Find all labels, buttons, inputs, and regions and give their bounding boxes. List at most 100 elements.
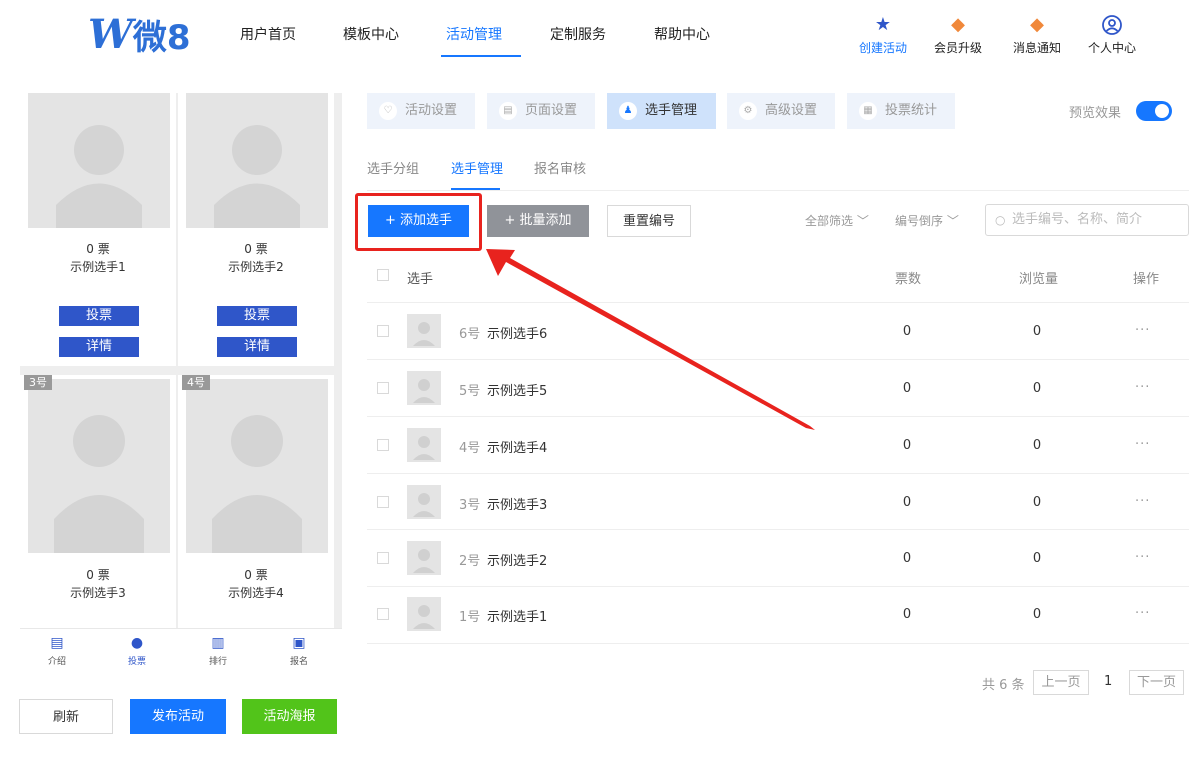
row-checkbox[interactable]: [377, 496, 389, 508]
more-actions-button[interactable]: ···: [1135, 437, 1150, 452]
activity-poster-button[interactable]: 活动海报: [242, 699, 337, 734]
contestant-name: 示例选手1: [70, 260, 126, 274]
table-row[interactable]: 5号 示例选手5 0 0 ···: [367, 359, 1189, 416]
more-actions-button[interactable]: ···: [1135, 494, 1150, 509]
contestant-name: 示例选手1: [487, 610, 548, 625]
header-player: 选手: [407, 272, 434, 287]
member-upgrade-button[interactable]: ◆ 会员升级: [928, 14, 988, 56]
row-checkbox[interactable]: [377, 608, 389, 620]
contestant-votes: 0 票: [244, 568, 268, 582]
preview-tab-label: 报名: [289, 657, 308, 667]
contestant-votes: 0: [902, 551, 912, 566]
page-icon: ▤: [499, 102, 517, 120]
preview-tab-ranking[interactable]: ▥ 排行: [188, 635, 248, 667]
contestant-views: 0: [1032, 607, 1042, 622]
current-page[interactable]: 1: [1104, 674, 1112, 689]
detail-button[interactable]: 详情: [217, 337, 297, 357]
nav-item-activity[interactable]: 活动管理: [446, 24, 502, 44]
personal-center-label: 个人中心: [1087, 41, 1136, 55]
logo-text: 微8: [132, 17, 191, 58]
header-views: 浏览量: [1019, 272, 1059, 287]
preview-tab-signup[interactable]: ▣ 报名: [269, 635, 329, 667]
contestant-views: 0: [1032, 381, 1042, 396]
subtab-divider: [367, 190, 1189, 191]
mobile-preview[interactable]: 0 票 示例选手1 投票 详情 0 票 示例选手2 投票 详情 3号 0 票 示…: [20, 93, 342, 638]
sort-order-dropdown[interactable]: 编号倒序 ﹀: [895, 212, 959, 229]
reset-numbers-button[interactable]: 重置编号: [607, 205, 691, 237]
table-row[interactable]: 1号 示例选手1 0 0 ···: [367, 586, 1189, 643]
preview-tab-label: 投票: [127, 657, 146, 667]
nav-item-custom[interactable]: 定制服务: [550, 24, 606, 44]
table-bottom-border: [367, 643, 1189, 644]
contestant-card[interactable]: 0 票 示例选手2 投票 详情: [178, 93, 334, 366]
more-actions-button[interactable]: ···: [1135, 606, 1150, 621]
user-icon: [1101, 14, 1123, 36]
search-placeholder: 选手编号、名称、简介: [1012, 212, 1143, 227]
member-upgrade-label: 会员升级: [933, 41, 982, 55]
contestant-card[interactable]: 0 票 示例选手1 投票 详情: [20, 93, 176, 366]
row-checkbox[interactable]: [377, 552, 389, 564]
nav-item-help[interactable]: 帮助中心: [654, 24, 710, 44]
batch-add-button[interactable]: + 批量添加: [487, 205, 589, 237]
notification-label: 消息通知: [1012, 41, 1061, 55]
preview-toggle[interactable]: [1136, 101, 1172, 121]
subtab-contestants[interactable]: 选手管理: [451, 158, 503, 177]
more-actions-button[interactable]: ···: [1135, 323, 1150, 338]
select-all-checkbox[interactable]: [377, 269, 389, 281]
table-row[interactable]: 2号 示例选手2 0 0 ···: [367, 529, 1189, 586]
filter-all-dropdown[interactable]: 全部筛选 ﹀: [805, 212, 869, 229]
row-checkbox[interactable]: [377, 382, 389, 394]
create-activity-button[interactable]: ★ 创建活动: [853, 14, 913, 56]
ranking-icon: ▥: [211, 635, 225, 651]
subtab-groups[interactable]: 选手分组: [367, 158, 419, 177]
contestant-votes: 0: [902, 607, 912, 622]
contestant-name: 示例选手5: [487, 384, 548, 399]
detail-button[interactable]: 详情: [59, 337, 139, 357]
contestant-photo-placeholder: [28, 379, 170, 553]
tab-page-settings[interactable]: ▤ 页面设置: [487, 93, 595, 129]
contestant-card[interactable]: 4号 0 票 示例选手4: [178, 375, 334, 638]
contestant-number: 2号: [459, 554, 481, 569]
subtab-signup-review[interactable]: 报名审核: [534, 158, 586, 177]
notification-icon: ◆: [1030, 14, 1044, 35]
header-actions: 操作: [1133, 272, 1160, 287]
refresh-button[interactable]: 刷新: [19, 699, 113, 734]
table-row[interactable]: 4号 示例选手4 0 0 ···: [367, 416, 1189, 473]
vote-button[interactable]: 投票: [217, 306, 297, 326]
next-page-button[interactable]: 下一页: [1129, 670, 1184, 695]
contestant-icon: ♟: [619, 102, 637, 120]
table-row[interactable]: 3号 示例选手3 0 0 ···: [367, 473, 1189, 530]
tab-label: 选手管理: [645, 103, 698, 118]
table-row[interactable]: 6号 示例选手6 0 0 ···: [367, 302, 1189, 359]
contestant-card[interactable]: 3号 0 票 示例选手3: [20, 375, 176, 638]
contestant-avatar: [407, 541, 441, 575]
nav-item-templates[interactable]: 模板中心: [343, 24, 399, 44]
tab-contestant-management[interactable]: ♟ 选手管理: [607, 93, 716, 129]
notification-button[interactable]: ◆ 消息通知: [1007, 14, 1067, 56]
star-icon: ★: [874, 14, 892, 35]
personal-center-button[interactable]: 个人中心: [1082, 14, 1142, 56]
row-checkbox[interactable]: [377, 325, 389, 337]
advanced-icon: ⚙: [739, 102, 757, 120]
contestant-number: 4号: [459, 441, 481, 456]
publish-activity-button[interactable]: 发布活动: [130, 699, 226, 734]
pagination-total: 共 6 条: [982, 678, 1025, 693]
preview-tab-vote[interactable]: ● 投票: [107, 635, 167, 667]
contestant-name: 示例选手4: [487, 441, 548, 456]
tab-activity-settings[interactable]: ♡ 活动设置: [367, 93, 475, 129]
preview-tab-intro[interactable]: ▤ 介绍: [27, 635, 87, 667]
nav-item-home[interactable]: 用户首页: [240, 24, 296, 44]
logo[interactable]: W 微8: [88, 11, 191, 58]
top-nav: W 微8 用户首页 模板中心 活动管理 定制服务 帮助中心 ★ 创建活动 ◆ 会…: [0, 0, 1200, 70]
contestant-number: 5号: [459, 384, 481, 399]
preview-tab-label: 介绍: [47, 657, 66, 667]
prev-page-button[interactable]: 上一页: [1033, 670, 1089, 695]
more-actions-button[interactable]: ···: [1135, 380, 1150, 395]
search-input[interactable]: ○ 选手编号、名称、简介: [985, 204, 1189, 236]
search-icon: ○: [995, 213, 1006, 227]
more-actions-button[interactable]: ···: [1135, 550, 1150, 565]
row-checkbox[interactable]: [377, 439, 389, 451]
tab-advanced-settings[interactable]: ⚙ 高级设置: [727, 93, 835, 129]
vote-button[interactable]: 投票: [59, 306, 139, 326]
tab-vote-statistics[interactable]: ▦ 投票统计: [847, 93, 955, 129]
